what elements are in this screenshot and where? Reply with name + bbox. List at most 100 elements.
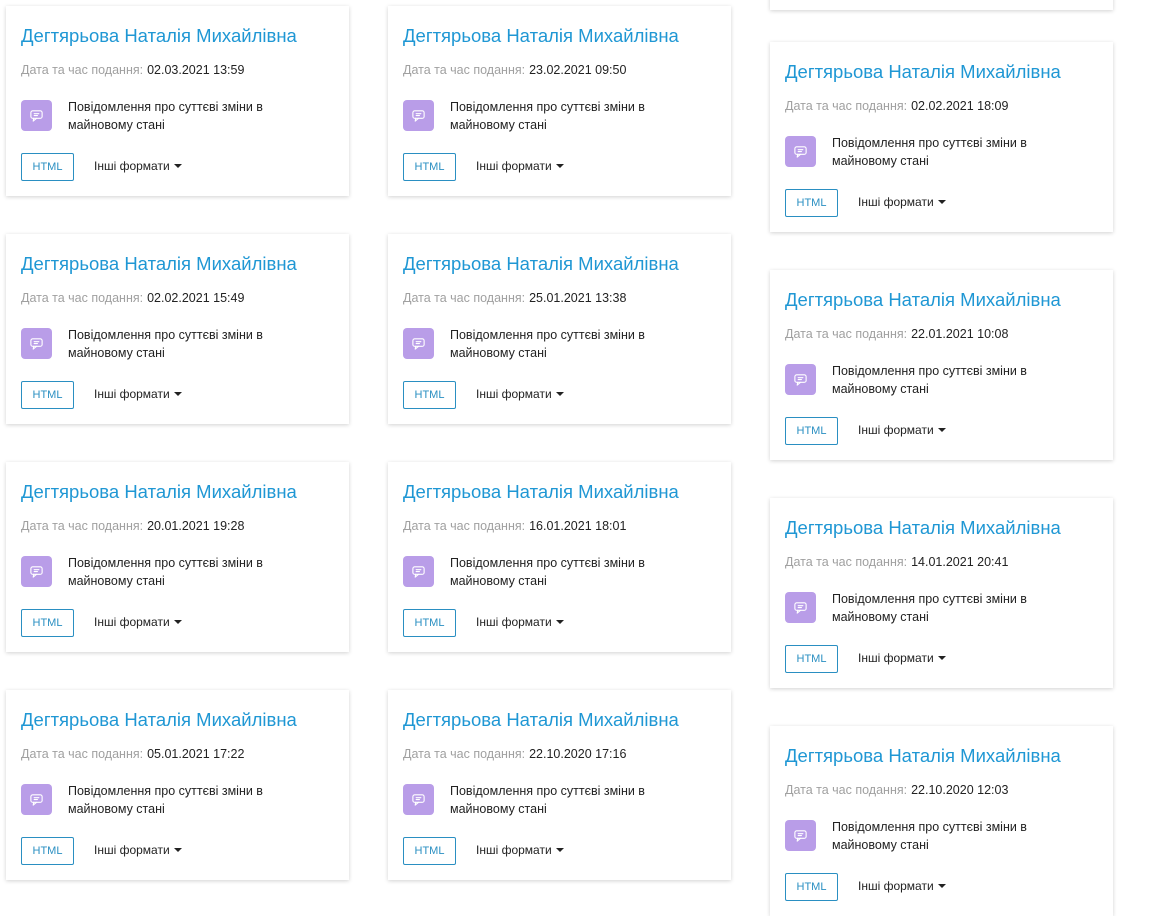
other-formats-dropdown[interactable]: Інші формати (94, 616, 182, 628)
other-formats-dropdown[interactable]: Інші формати (476, 844, 564, 856)
submission-date-row: Дата та час подання: 23.02.2021 09:50 (403, 64, 626, 77)
html-format-button[interactable]: HTML (785, 189, 838, 217)
other-formats-label: Інші формати (476, 159, 552, 173)
other-formats-dropdown[interactable]: Інші формати (858, 652, 946, 664)
declarant-name-link[interactable]: Дегтярьова Наталія Михайлівна (21, 482, 297, 502)
declaration-card: Дегтярьова Наталія Михайлівна Дата та ча… (6, 234, 349, 424)
html-format-button[interactable]: HTML (21, 609, 74, 637)
other-formats-dropdown[interactable]: Інші формати (94, 160, 182, 172)
html-format-button[interactable]: HTML (785, 873, 838, 901)
declarant-name-link[interactable]: Дегтярьова Наталія Михайлівна (785, 746, 1061, 766)
other-formats-dropdown[interactable]: Інші формати (94, 388, 182, 400)
other-formats-dropdown[interactable]: Інші формати (858, 424, 946, 436)
declarant-name-link[interactable]: Дегтярьова Наталія Михайлівна (785, 518, 1061, 538)
other-formats-dropdown[interactable]: Інші формати (476, 160, 564, 172)
caret-down-icon (173, 392, 182, 396)
date-value: 22.10.2020 17:16 (529, 747, 627, 761)
caret-down-icon (555, 848, 564, 852)
document-type-text: Повідомлення про суттєві зміни в майново… (68, 784, 263, 816)
document-type-icon (403, 784, 434, 815)
declarant-name-link[interactable]: Дегтярьова Наталія Михайлівна (21, 710, 297, 730)
document-type-text: Повідомлення про суттєві зміни в майново… (832, 592, 1027, 624)
other-formats-label: Інші формати (94, 615, 170, 629)
caret-down-icon (555, 620, 564, 624)
date-value: 20.01.2021 19:28 (147, 519, 245, 533)
document-type-icon (785, 136, 816, 167)
caret-down-icon (937, 656, 946, 660)
other-formats-label: Інші формати (858, 423, 934, 437)
date-label: Дата та час подання: (785, 99, 908, 113)
submission-date-row: Дата та час подання: 22.10.2020 17:16 (403, 748, 626, 761)
document-type-text: Повідомлення про суттєві зміни в майново… (68, 556, 263, 588)
other-formats-label: Інші формати (858, 195, 934, 209)
html-format-button[interactable]: HTML (403, 153, 456, 181)
date-label: Дата та час подання: (21, 291, 144, 305)
declarant-name-link[interactable]: Дегтярьова Наталія Михайлівна (403, 710, 679, 730)
document-type-text: Повідомлення про суттєві зміни в майново… (68, 328, 263, 360)
html-format-button[interactable]: HTML (403, 609, 456, 637)
date-value: 02.03.2021 13:59 (147, 63, 245, 77)
date-label: Дата та час подання: (403, 747, 526, 761)
html-format-button[interactable]: HTML (785, 417, 838, 445)
document-type-text: Повідомлення про суттєві зміни в майново… (450, 100, 645, 132)
declarant-name-link[interactable]: Дегтярьова Наталія Михайлівна (403, 26, 679, 46)
date-label: Дата та час подання: (21, 747, 144, 761)
date-value: 22.01.2021 10:08 (911, 327, 1009, 341)
declarant-name-link[interactable]: Дегтярьова Наталія Михайлівна (21, 26, 297, 46)
document-type-text: Повідомлення про суттєві зміни в майново… (450, 556, 645, 588)
document-type-icon (403, 556, 434, 587)
date-value: 14.01.2021 20:41 (911, 555, 1009, 569)
other-formats-dropdown[interactable]: Інші формати (858, 196, 946, 208)
declarant-name-link[interactable]: Дегтярьова Наталія Михайлівна (21, 254, 297, 274)
other-formats-dropdown[interactable]: Інші формати (476, 616, 564, 628)
document-type-text: Повідомлення про суттєві зміни в майново… (832, 820, 1027, 852)
submission-date-row: Дата та час подання: 02.03.2021 13:59 (21, 64, 244, 77)
html-format-button[interactable]: HTML (785, 645, 838, 673)
declaration-card: Дегтярьова Наталія Михайлівна Дата та ча… (6, 6, 349, 196)
date-label: Дата та час подання: (403, 519, 526, 533)
declaration-card: Дегтярьова Наталія Михайлівна Дата та ча… (6, 690, 349, 880)
submission-date-row: Дата та час подання: 22.10.2020 12:03 (785, 784, 1008, 797)
html-format-button[interactable]: HTML (21, 837, 74, 865)
date-value: 22.10.2020 12:03 (911, 783, 1009, 797)
document-type-icon (785, 820, 816, 851)
declarant-name-link[interactable]: Дегтярьова Наталія Михайлівна (785, 62, 1061, 82)
date-value: 23.02.2021 09:50 (529, 63, 627, 77)
other-formats-label: Інші формати (94, 159, 170, 173)
declarant-name-link[interactable]: Дегтярьова Наталія Михайлівна (403, 482, 679, 502)
date-label: Дата та час подання: (403, 63, 526, 77)
declarant-name-link[interactable]: Дегтярьова Наталія Михайлівна (403, 254, 679, 274)
document-type-text: Повідомлення про суттєві зміни в майново… (68, 100, 263, 132)
submission-date-row: Дата та час подання: 20.01.2021 19:28 (21, 520, 244, 533)
other-formats-dropdown[interactable]: Інші формати (858, 880, 946, 892)
declaration-card: Дегтярьова Наталія Михайлівна Дата та ча… (388, 6, 731, 196)
date-value: 25.01.2021 13:38 (529, 291, 627, 305)
date-label: Дата та час подання: (785, 327, 908, 341)
declarant-name-link[interactable]: Дегтярьова Наталія Михайлівна (785, 290, 1061, 310)
other-formats-label: Інші формати (858, 651, 934, 665)
submission-date-row: Дата та час подання: 22.01.2021 10:08 (785, 328, 1008, 341)
document-type-icon (21, 328, 52, 359)
other-formats-label: Інші формати (476, 843, 552, 857)
html-format-button[interactable]: HTML (21, 381, 74, 409)
declaration-card: Дегтярьова Наталія Михайлівна Дата та ча… (388, 234, 731, 424)
date-value: 02.02.2021 15:49 (147, 291, 245, 305)
caret-down-icon (937, 428, 946, 432)
document-type-icon (785, 592, 816, 623)
declaration-card: Дегтярьова Наталія Михайлівна Дата та ча… (770, 726, 1113, 916)
date-label: Дата та час подання: (403, 291, 526, 305)
declaration-card: Дегтярьова Наталія Михайлівна Дата та ча… (770, 42, 1113, 232)
declaration-card: Дегтярьова Наталія Михайлівна Дата та ча… (388, 690, 731, 880)
html-format-button[interactable]: HTML (403, 837, 456, 865)
declaration-card-partial (770, 0, 1113, 10)
caret-down-icon (173, 164, 182, 168)
other-formats-dropdown[interactable]: Інші формати (476, 388, 564, 400)
document-type-icon (21, 784, 52, 815)
html-format-button[interactable]: HTML (21, 153, 74, 181)
other-formats-dropdown[interactable]: Інші формати (94, 844, 182, 856)
caret-down-icon (173, 620, 182, 624)
document-type-icon (21, 100, 52, 131)
document-type-icon (403, 328, 434, 359)
submission-date-row: Дата та час подання: 05.01.2021 17:22 (21, 748, 244, 761)
html-format-button[interactable]: HTML (403, 381, 456, 409)
